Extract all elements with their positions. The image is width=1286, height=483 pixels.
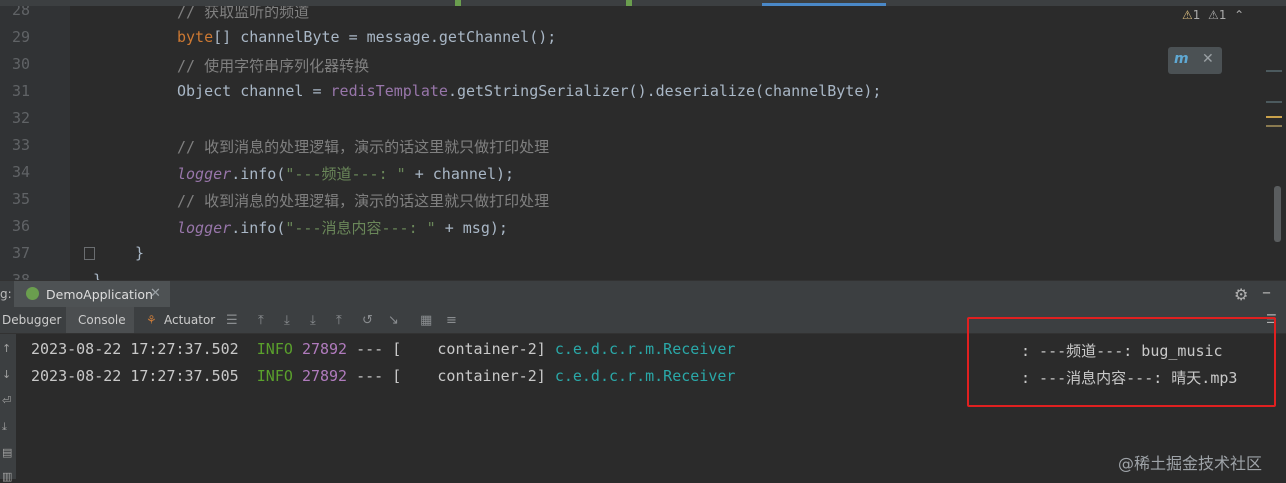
log-thread: [ container-2] bbox=[392, 340, 546, 358]
code-line: byte[] channelByte = message.getChannel(… bbox=[177, 28, 556, 46]
maven-reload-popup[interactable]: m ✕ bbox=[1168, 47, 1222, 74]
line-number: 38 bbox=[11, 271, 30, 280]
log-logger: c.e.d.c.r.m.Receiver bbox=[554, 367, 736, 385]
tab-actuator[interactable]: Actuator bbox=[164, 313, 215, 327]
watermark: @稀土掘金技术社区 bbox=[1118, 454, 1263, 473]
line-number: 36 bbox=[11, 217, 30, 235]
line-number: 35 bbox=[11, 190, 30, 208]
trace-icon[interactable]: ≡ bbox=[446, 313, 457, 328]
minimize-icon[interactable]: – bbox=[1262, 282, 1271, 303]
keyword: byte bbox=[177, 28, 214, 46]
code-line: logger.info("---消息内容---: " + msg); bbox=[177, 217, 508, 238]
line-number: 32 bbox=[11, 109, 30, 127]
code-text: .info( bbox=[231, 165, 286, 183]
log-line: 2023-08-22 17:27:37.502 INFO 27892 --- [… bbox=[31, 340, 735, 358]
warning-stripe-mark[interactable] bbox=[1266, 125, 1282, 127]
code-text: Object channel = bbox=[177, 82, 331, 100]
error-stripe-mark[interactable] bbox=[1266, 70, 1282, 72]
code-line: Object channel = redisTemplate.getString… bbox=[177, 82, 881, 100]
arrow-up-icon[interactable]: ↑ bbox=[2, 342, 11, 355]
code-line-comment: // 收到消息的处理逻辑，演示的话这里就只做打印处理 bbox=[177, 192, 550, 210]
spring-boot-icon bbox=[26, 287, 39, 300]
static-field: logger bbox=[177, 219, 232, 237]
tab-debugger[interactable]: Debugger bbox=[2, 313, 61, 327]
line-number: 33 bbox=[11, 136, 30, 154]
inspection-widget[interactable]: ⚠1 ⚠1 ⌃ bbox=[1182, 8, 1244, 22]
code-text: .getStringSerializer().deserialize(chann… bbox=[447, 82, 882, 100]
actuator-icon: ⚘ bbox=[146, 313, 157, 327]
console-side-toolbar: ↑ ↓ ⏎ ⤓ ▤ ▥ bbox=[0, 334, 16, 483]
string-literal: "---频道---: " bbox=[285, 165, 406, 183]
maven-icon[interactable]: m bbox=[1174, 51, 1189, 67]
code-text: .info( bbox=[231, 219, 286, 237]
string-literal: "---消息内容---: " bbox=[285, 219, 436, 237]
arrow-down-icon[interactable]: ↓ bbox=[2, 368, 11, 381]
error-stripe-mark[interactable] bbox=[1266, 101, 1282, 103]
highlight-annotation-box bbox=[967, 317, 1276, 407]
log-logger: c.e.d.c.r.m.Receiver bbox=[554, 340, 736, 358]
drop-frame-icon[interactable]: ↺ bbox=[362, 313, 373, 328]
line-number: 31 bbox=[11, 82, 30, 100]
run-config-tab[interactable]: DemoApplication ✕ bbox=[14, 281, 170, 307]
line-number: 30 bbox=[11, 55, 30, 73]
run-tool-window-header: g: DemoApplication ✕ ⚙ – bbox=[0, 280, 1286, 307]
line-number: 34 bbox=[11, 163, 30, 181]
log-thread: [ container-2] bbox=[392, 367, 546, 385]
line-number: 37 bbox=[11, 244, 30, 262]
code-editor[interactable]: 28 29 30 31 32 33 34 35 36 37 38 // 获取监听… bbox=[0, 6, 1286, 280]
chevron-up-icon[interactable]: ⌃ bbox=[1234, 8, 1244, 22]
closing-brace: } bbox=[93, 271, 103, 280]
log-timestamp: 2023-08-22 17:27:37.502 bbox=[31, 340, 239, 358]
tab-console[interactable]: Console bbox=[78, 313, 126, 327]
step-over-icon[interactable]: ⤓ bbox=[284, 313, 290, 328]
field-reference: redisTemplate bbox=[330, 82, 448, 100]
log-level: INFO bbox=[256, 367, 293, 385]
fold-marker-icon[interactable] bbox=[84, 247, 95, 260]
log-separator: --- bbox=[356, 340, 384, 358]
clear-icon[interactable]: ▥ bbox=[2, 470, 12, 483]
scroll-to-end-icon[interactable]: ⤓ bbox=[2, 420, 7, 434]
close-icon[interactable]: ✕ bbox=[1202, 51, 1214, 67]
code-text: + msg); bbox=[435, 219, 508, 237]
log-pid: 27892 bbox=[301, 340, 348, 358]
weak-warning-icon: ⚠ bbox=[1208, 8, 1219, 22]
close-icon[interactable]: ✕ bbox=[150, 286, 161, 301]
log-timestamp: 2023-08-22 17:27:37.505 bbox=[31, 367, 239, 385]
code-line-comment: // 收到消息的处理逻辑，演示的话这里就只做打印处理 bbox=[177, 138, 550, 156]
tool-window-label: g: bbox=[0, 287, 12, 301]
static-field: logger bbox=[177, 165, 232, 183]
code-line-comment: // 获取监听的频道 bbox=[177, 6, 310, 21]
evaluate-icon[interactable]: ▦ bbox=[420, 313, 432, 328]
line-number: 29 bbox=[11, 28, 30, 46]
code-text: + channel); bbox=[405, 165, 515, 183]
gear-icon[interactable]: ⚙ bbox=[1234, 285, 1248, 304]
warning-icon: ⚠ bbox=[1182, 8, 1193, 22]
code-text: [] channelByte = message.getChannel(); bbox=[213, 28, 557, 46]
log-line: 2023-08-22 17:27:37.505 INFO 27892 --- [… bbox=[31, 367, 735, 385]
run-config-name: DemoApplication bbox=[46, 287, 153, 302]
log-pid: 27892 bbox=[301, 367, 348, 385]
warning-stripe-mark[interactable] bbox=[1266, 116, 1282, 118]
show-execution-point-icon[interactable]: ⤒ bbox=[258, 313, 264, 328]
step-out-icon[interactable]: ⤒ bbox=[336, 313, 342, 328]
log-separator: --- bbox=[356, 367, 384, 385]
run-to-cursor-icon[interactable]: ↘ bbox=[388, 313, 399, 328]
step-into-icon[interactable]: ⤓ bbox=[310, 313, 316, 328]
line-number: 28 bbox=[11, 6, 30, 19]
editor-scrollbar[interactable] bbox=[1274, 186, 1281, 242]
code-line-comment: // 使用字符串序列化器转换 bbox=[177, 57, 370, 75]
closing-brace: } bbox=[135, 244, 145, 262]
log-level: INFO bbox=[256, 340, 293, 358]
code-line: logger.info("---频道---: " + channel); bbox=[177, 163, 514, 184]
print-icon[interactable]: ▤ bbox=[2, 446, 12, 459]
menu-icon[interactable]: ☰ bbox=[226, 313, 238, 328]
soft-wrap-icon[interactable]: ⏎ bbox=[2, 394, 11, 407]
